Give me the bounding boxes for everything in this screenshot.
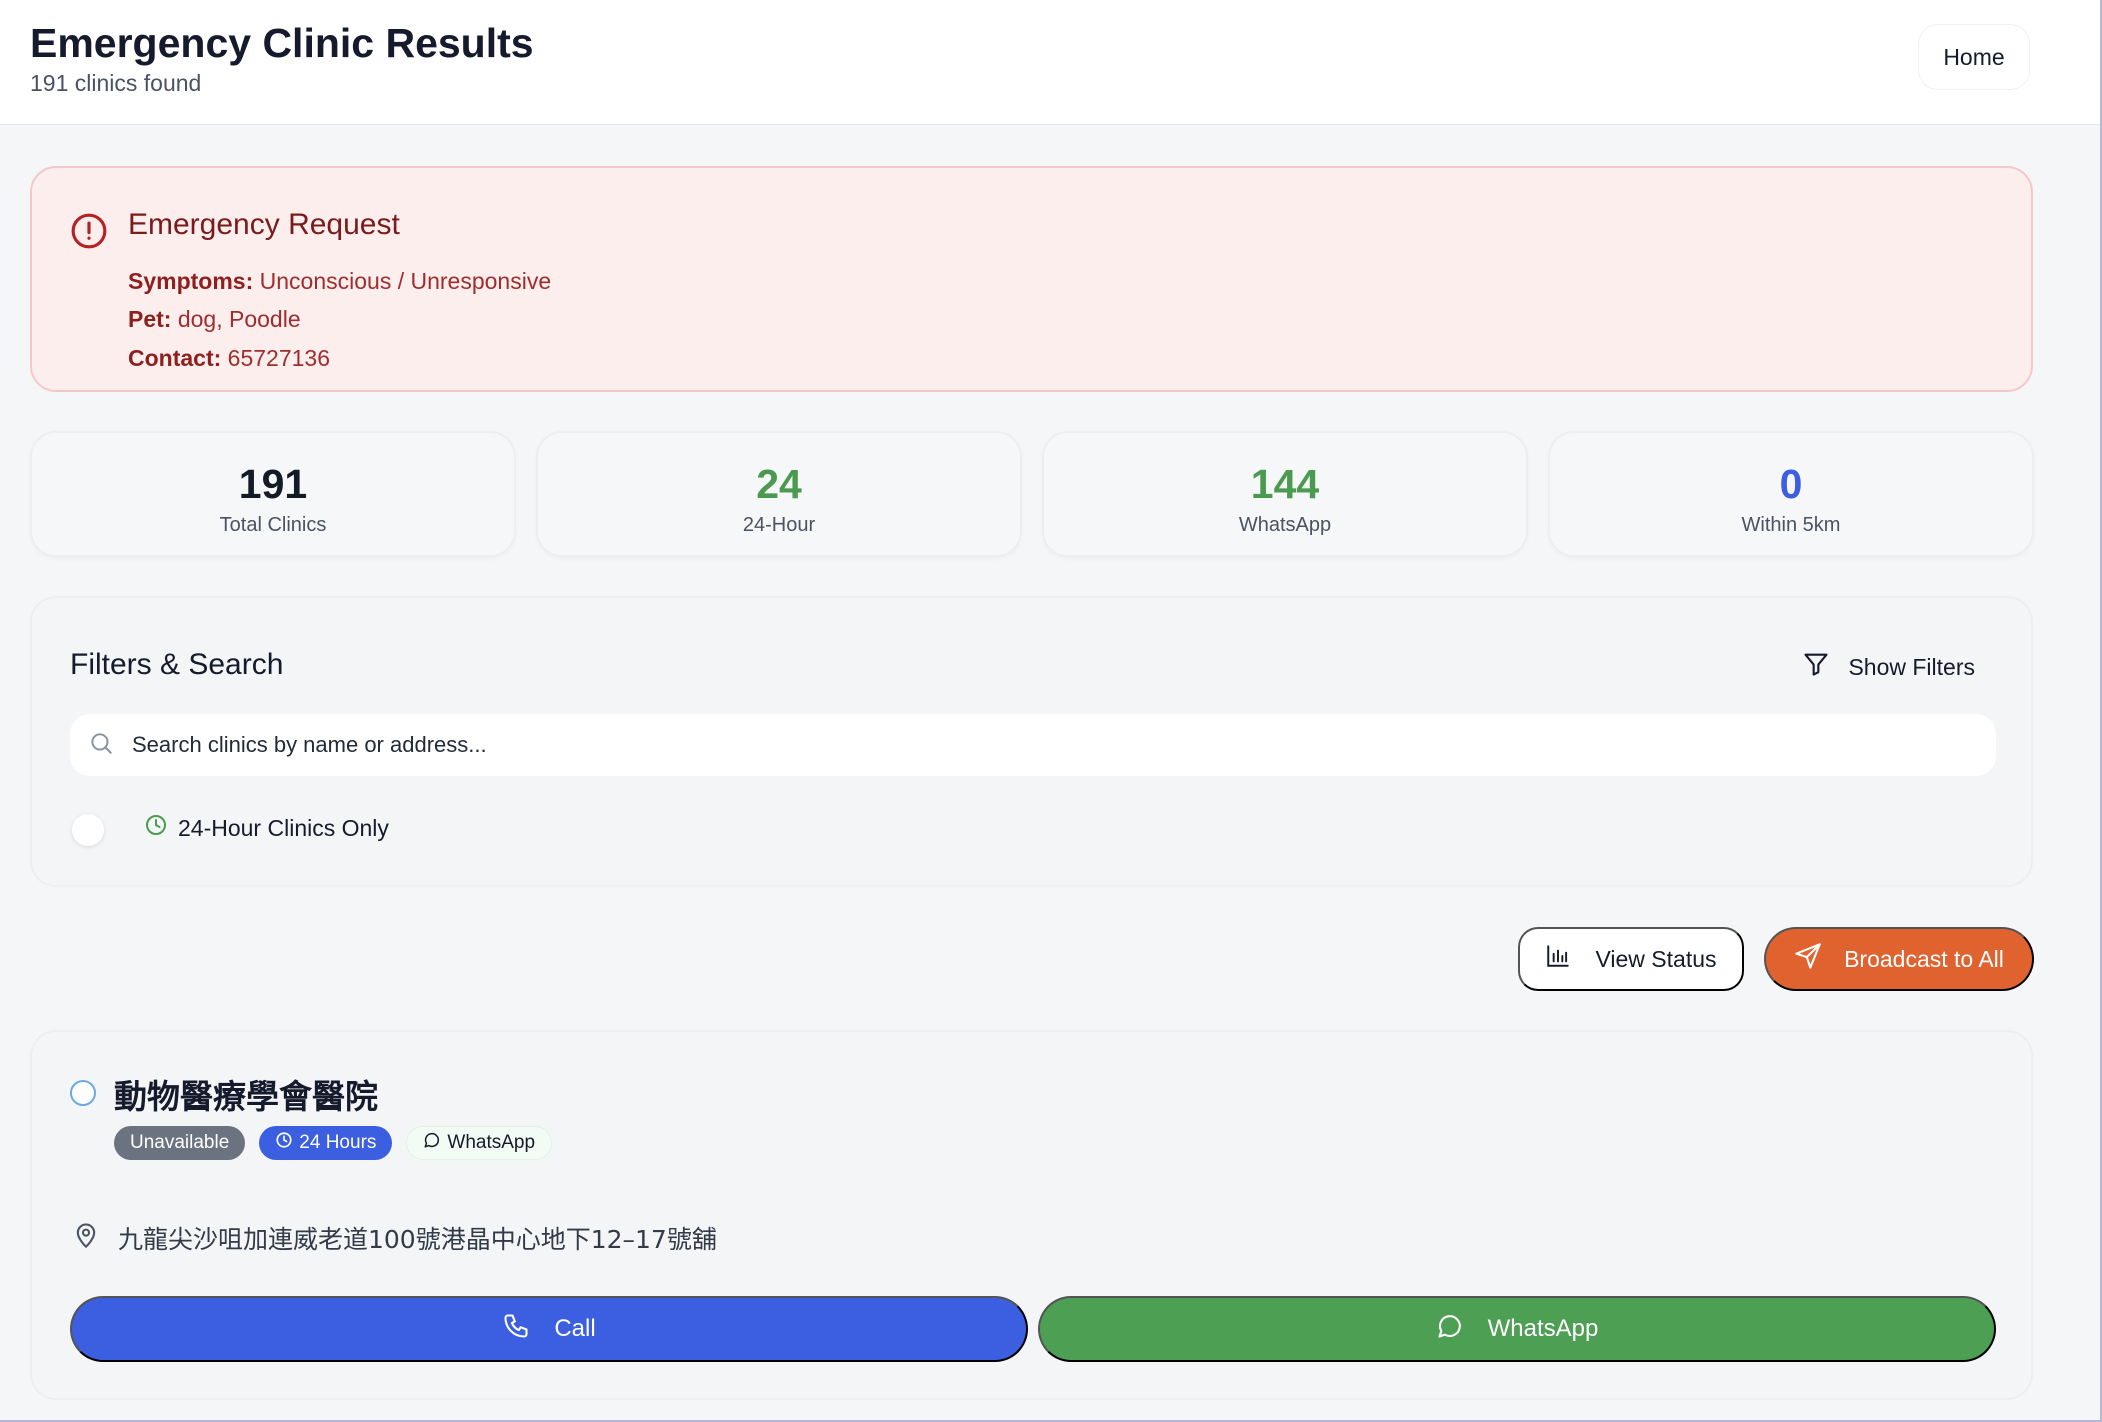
stat-label: WhatsApp: [1238, 514, 1332, 536]
symptoms-row: Symptoms: Unconscious / Unresponsive: [128, 268, 551, 295]
contact-row: Contact: 65727136: [128, 345, 330, 372]
page-header: Emergency Clinic Results 191 clinics fou…: [0, 0, 2100, 125]
search-icon: [88, 730, 114, 761]
map-pin-icon: [72, 1220, 100, 1256]
contact-value: 65727136: [227, 345, 331, 371]
24-hours-badge-label: 24 Hours: [299, 1132, 377, 1153]
phone-icon: [502, 1312, 530, 1347]
clock-icon: [144, 813, 168, 843]
symptoms-value: Unconscious / Unresponsive: [259, 268, 552, 294]
page-title: Emergency Clinic Results: [30, 20, 534, 66]
stat-value: 191: [238, 461, 308, 507]
emergency-request-card: Emergency Request Symptoms: Unconscious …: [30, 166, 2033, 392]
send-icon: [1794, 942, 1822, 976]
bar-chart-icon: [1545, 943, 1571, 975]
filter-icon: [1802, 650, 1830, 684]
pet-label: Pet:: [128, 306, 172, 332]
app-frame: Emergency Clinic Results 191 clinics fou…: [0, 0, 2102, 1422]
pet-value: dog, Poodle: [177, 306, 301, 332]
stat-24-hour: 24 24-Hour: [536, 431, 1022, 557]
stat-within-5km: 0 Within 5km: [1548, 431, 2034, 557]
whatsapp-button[interactable]: WhatsApp: [1038, 1296, 1996, 1362]
filters-panel: Filters & Search Show Filters Search cli…: [30, 596, 2033, 887]
clinic-select-radio[interactable]: [70, 1080, 96, 1106]
symptoms-label: Symptoms:: [128, 268, 254, 294]
24-hours-badge: 24 Hours: [259, 1126, 393, 1160]
emergency-title: Emergency Request: [128, 208, 400, 241]
whatsapp-badge-label: WhatsApp: [447, 1132, 536, 1153]
pet-row: Pet: dog, Poodle: [128, 306, 301, 333]
show-filters-label: Show Filters: [1848, 653, 1975, 680]
broadcast-label: Broadcast to All: [1844, 945, 2004, 972]
stat-label: 24-Hour: [742, 514, 816, 536]
stat-label: Within 5km: [1741, 514, 1841, 536]
message-circle-icon: [423, 1131, 441, 1155]
stat-total-clinics: 191 Total Clinics: [30, 431, 516, 557]
clinic-address: 九龍尖沙咀加連威老道100號港晶中心地下12–17號舖: [72, 1220, 717, 1256]
stat-whatsapp: 144 WhatsApp: [1042, 431, 1528, 557]
status-badge: Unavailable: [114, 1126, 246, 1160]
stat-label: Total Clinics: [219, 514, 327, 536]
clinic-card: 動物醫療學會醫院 Unavailable 24 Hours WhatsApp 九…: [30, 1030, 2033, 1400]
clinic-name: 動物醫療學會醫院: [114, 1077, 378, 1116]
stat-value: 0: [1779, 461, 1803, 507]
view-status-button[interactable]: View Status: [1518, 927, 1744, 991]
contact-label: Contact:: [128, 345, 222, 371]
call-label: Call: [554, 1315, 596, 1342]
call-button[interactable]: Call: [70, 1296, 1028, 1362]
stat-value: 144: [1250, 461, 1320, 507]
message-circle-icon: [1436, 1312, 1464, 1347]
clinic-badges: Unavailable 24 Hours WhatsApp: [114, 1126, 553, 1160]
clock-icon: [275, 1131, 293, 1155]
search-input[interactable]: [132, 732, 1932, 758]
24-hour-toggle-label[interactable]: 24-Hour Clinics Only: [144, 813, 389, 843]
home-button[interactable]: Home: [1918, 24, 2030, 90]
24-hour-toggle[interactable]: [72, 814, 104, 846]
filters-title: Filters & Search: [70, 648, 284, 681]
stat-value: 24: [756, 461, 802, 507]
clinic-address-text: 九龍尖沙咀加連威老道100號港晶中心地下12–17號舖: [118, 1225, 717, 1254]
show-filters-button[interactable]: Show Filters: [1802, 650, 1975, 684]
results-count: 191 clinics found: [30, 70, 202, 96]
broadcast-to-all-button[interactable]: Broadcast to All: [1764, 927, 2034, 991]
toggle-label-text: 24-Hour Clinics Only: [178, 814, 389, 841]
whatsapp-label: WhatsApp: [1487, 1315, 1599, 1342]
view-status-label: View Status: [1595, 945, 1717, 972]
search-bar: [70, 714, 1996, 776]
alert-circle-icon: [70, 212, 108, 255]
whatsapp-badge: WhatsApp: [406, 1126, 553, 1160]
